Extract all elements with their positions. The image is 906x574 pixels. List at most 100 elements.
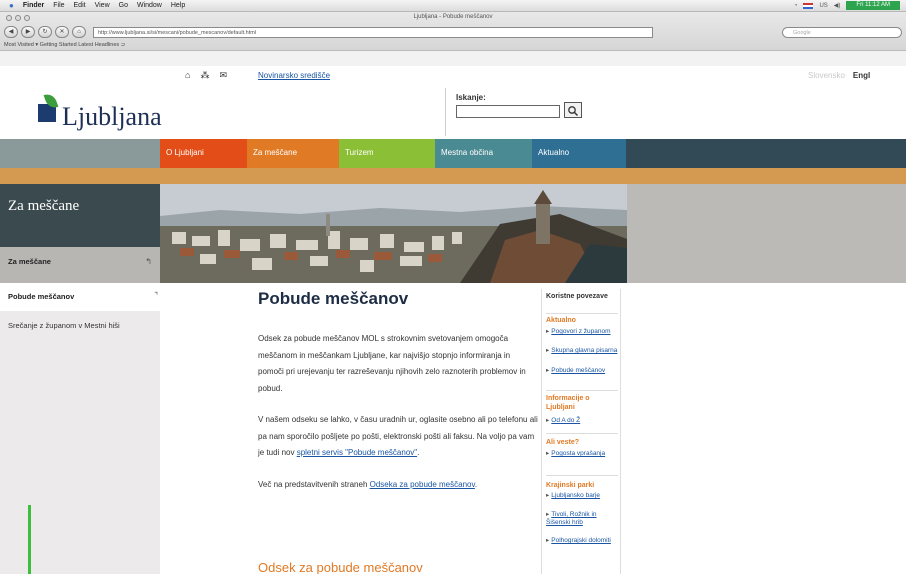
useful-links-title: Koristne povezave (546, 293, 608, 300)
browser-search-input[interactable]: Google (782, 26, 902, 38)
sidebar-item-label: Pobude meščanov (8, 292, 75, 301)
menu-view[interactable]: View (95, 2, 110, 9)
lang-english[interactable]: Engl (853, 71, 870, 80)
url-bar[interactable]: http://www.ljubljana.si/si/mescani/pobud… (93, 26, 653, 38)
section-subheading: Odsek za pobude meščanov (258, 560, 423, 574)
banner-side-panel (627, 184, 906, 283)
link-pogosta-vprasanja[interactable]: ▸ Pogosta vprašanja (546, 450, 622, 458)
section-title: Za meščane (8, 198, 80, 214)
link-pogovori[interactable]: ▸ Pogovori z županom (546, 328, 622, 336)
menu-help[interactable]: Help (171, 2, 185, 9)
window-title: Ljubljana - Pobude meščanov (413, 14, 493, 20)
focus-indicator (28, 505, 31, 574)
flag-icon[interactable] (803, 2, 814, 9)
main-nav: O Ljubljani Za meščane Turizem Mestna ob… (0, 139, 906, 168)
volume-icon[interactable]: ◀) (834, 2, 841, 9)
search-label: Iskanje: (456, 93, 486, 102)
tab-za-mescane[interactable]: Za meščane (247, 139, 339, 168)
mail-icon[interactable]: ✉ (219, 70, 227, 81)
link-tivoli[interactable]: ▸ Tivoli, Rožnik in Šišenski hrib (546, 511, 622, 526)
site-header: Ljubljana Iskanje: (0, 86, 906, 139)
divider (546, 433, 618, 434)
sidebar-item-pobude[interactable]: Pobude meščanov ⌝ (0, 283, 164, 311)
menu-window[interactable]: Window (137, 2, 162, 9)
link-polhograjski[interactable]: ▸ Polhograjski dolomiti (546, 537, 622, 545)
menu-file[interactable]: File (53, 2, 64, 9)
bullet-icon: ▸ (546, 492, 550, 499)
bullet-icon: ▸ (546, 537, 550, 544)
paragraph-contact: V našem odseku se lahko, v času uradnih … (258, 412, 538, 462)
tab-o-ljubljani[interactable]: O Ljubljani (160, 139, 247, 168)
home-icon[interactable]: ⌂ (185, 70, 190, 81)
search-button[interactable] (564, 102, 582, 118)
link-skupna-pisarna[interactable]: ▸ Skupna glavna pisarna (546, 347, 622, 355)
paragraph-end: . (417, 448, 420, 457)
page-title: Pobude meščanov (258, 289, 409, 308)
browser-navbar: ◀ ▶ ↻ ✕ ⌂ http://www.ljubljana.si/si/mes… (4, 24, 902, 40)
menu-edit[interactable]: Edit (74, 2, 86, 9)
link-text: Pogovori z županom (551, 328, 611, 335)
wifi-icon[interactable]: ◔ (794, 3, 798, 9)
sidebar-item-za-mescane[interactable]: Za meščane ↰ (0, 247, 160, 283)
department-link[interactable]: Odseka za pobude meščanov (370, 480, 475, 489)
link-barje[interactable]: ▸ Ljubljansko barje (546, 492, 622, 500)
search-icon (568, 106, 579, 117)
link-text: Ljubljansko barje (551, 492, 601, 499)
link-text: Od A do Ž (551, 417, 581, 424)
lang-slovensko[interactable]: Slovensko (808, 71, 845, 80)
clock[interactable]: Fri 11:12 AM (846, 1, 900, 10)
useful-links-box: Koristne povezave Aktualno ▸ Pogovori z ž… (541, 289, 621, 574)
paragraph-intro: Odsek za pobude meščanov MOL s strokovni… (258, 334, 526, 393)
link-pobude[interactable]: ▸ Pobude meščanov (546, 367, 622, 375)
section-ali-veste: Ali veste? (546, 439, 580, 446)
apple-icon[interactable]: ● (9, 1, 14, 10)
browser-toolstrip (0, 50, 906, 66)
section-aktualno: Aktualno (546, 317, 576, 324)
accent-bar (0, 168, 906, 184)
sidebar-item-srecanje[interactable]: Srečanje z županom v Mestni hiši (8, 321, 148, 330)
web-service-link[interactable]: spletni servis "Pobude meščanov" (297, 448, 417, 457)
content-body: Odsek za pobude meščanov MOL s strokovni… (258, 331, 538, 508)
paragraph-text: Več na predstavitvenih straneh (258, 479, 370, 489)
paragraph-end: . (474, 479, 478, 489)
tab-aktualno[interactable]: Aktualno (532, 139, 626, 168)
os-menubar: ● Finder File Edit View Go Window Help ◔… (0, 0, 906, 12)
divider (546, 475, 618, 476)
link-od-a-do-z[interactable]: ▸ Od A do Ž (546, 417, 622, 425)
divider (546, 313, 618, 314)
bullet-icon: ▸ (546, 417, 550, 424)
section-krajinski-parki: Krajinski parki (546, 482, 595, 489)
nav-spacer (0, 139, 160, 168)
tab-mestna-obcina[interactable]: Mestna občina (435, 139, 532, 168)
bullet-icon: ▸ (546, 347, 550, 354)
menu-finder[interactable]: Finder (23, 2, 44, 9)
tab-turizem[interactable]: Turizem (339, 139, 435, 168)
press-center-link[interactable]: Novinarsko središče (258, 71, 330, 80)
link-text: Tivoli, Rožnik in Šišenski hrib (546, 511, 597, 526)
header-divider (445, 88, 446, 136)
logo-text[interactable]: Ljubljana (62, 102, 162, 132)
browser-chrome: Ljubljana - Pobude meščanov ◀ ▶ ↻ ✕ ⌂ ht… (0, 12, 906, 66)
sidebar: Za meščane ↰ Pobude meščanov ⌝ Srečanje … (0, 247, 164, 574)
menu-go[interactable]: Go (119, 2, 128, 9)
bookmarks-bar[interactable]: Most Visited ▾ Getting Started Latest He… (4, 42, 125, 48)
bullet-icon: ▸ (546, 367, 550, 374)
corner-arrow-icon: ⌝ (154, 291, 158, 300)
link-text: Pogosta vprašanja (551, 450, 606, 457)
reload-icon[interactable]: ↻ (38, 26, 52, 38)
input-source-label[interactable]: US (819, 3, 827, 9)
search-input[interactable] (456, 105, 560, 118)
city-panorama-image (160, 184, 627, 283)
return-arrow-icon: ↰ (145, 257, 152, 266)
bullet-icon: ▸ (546, 450, 550, 457)
home-icon[interactable]: ⌂ (72, 26, 86, 38)
utility-icons: ⌂ ⁂ ✉ (185, 70, 227, 81)
stop-icon[interactable]: ✕ (55, 26, 69, 38)
forward-button[interactable]: ▶ (21, 26, 35, 38)
back-button[interactable]: ◀ (4, 26, 18, 38)
sitemap-icon[interactable]: ⁂ (200, 70, 209, 81)
language-switch: Slovensko Engl (808, 71, 870, 80)
divider (546, 390, 618, 391)
screen: ● Finder File Edit View Go Window Help ◔… (0, 0, 906, 574)
sidebar-item-label: Za meščane (8, 257, 51, 266)
